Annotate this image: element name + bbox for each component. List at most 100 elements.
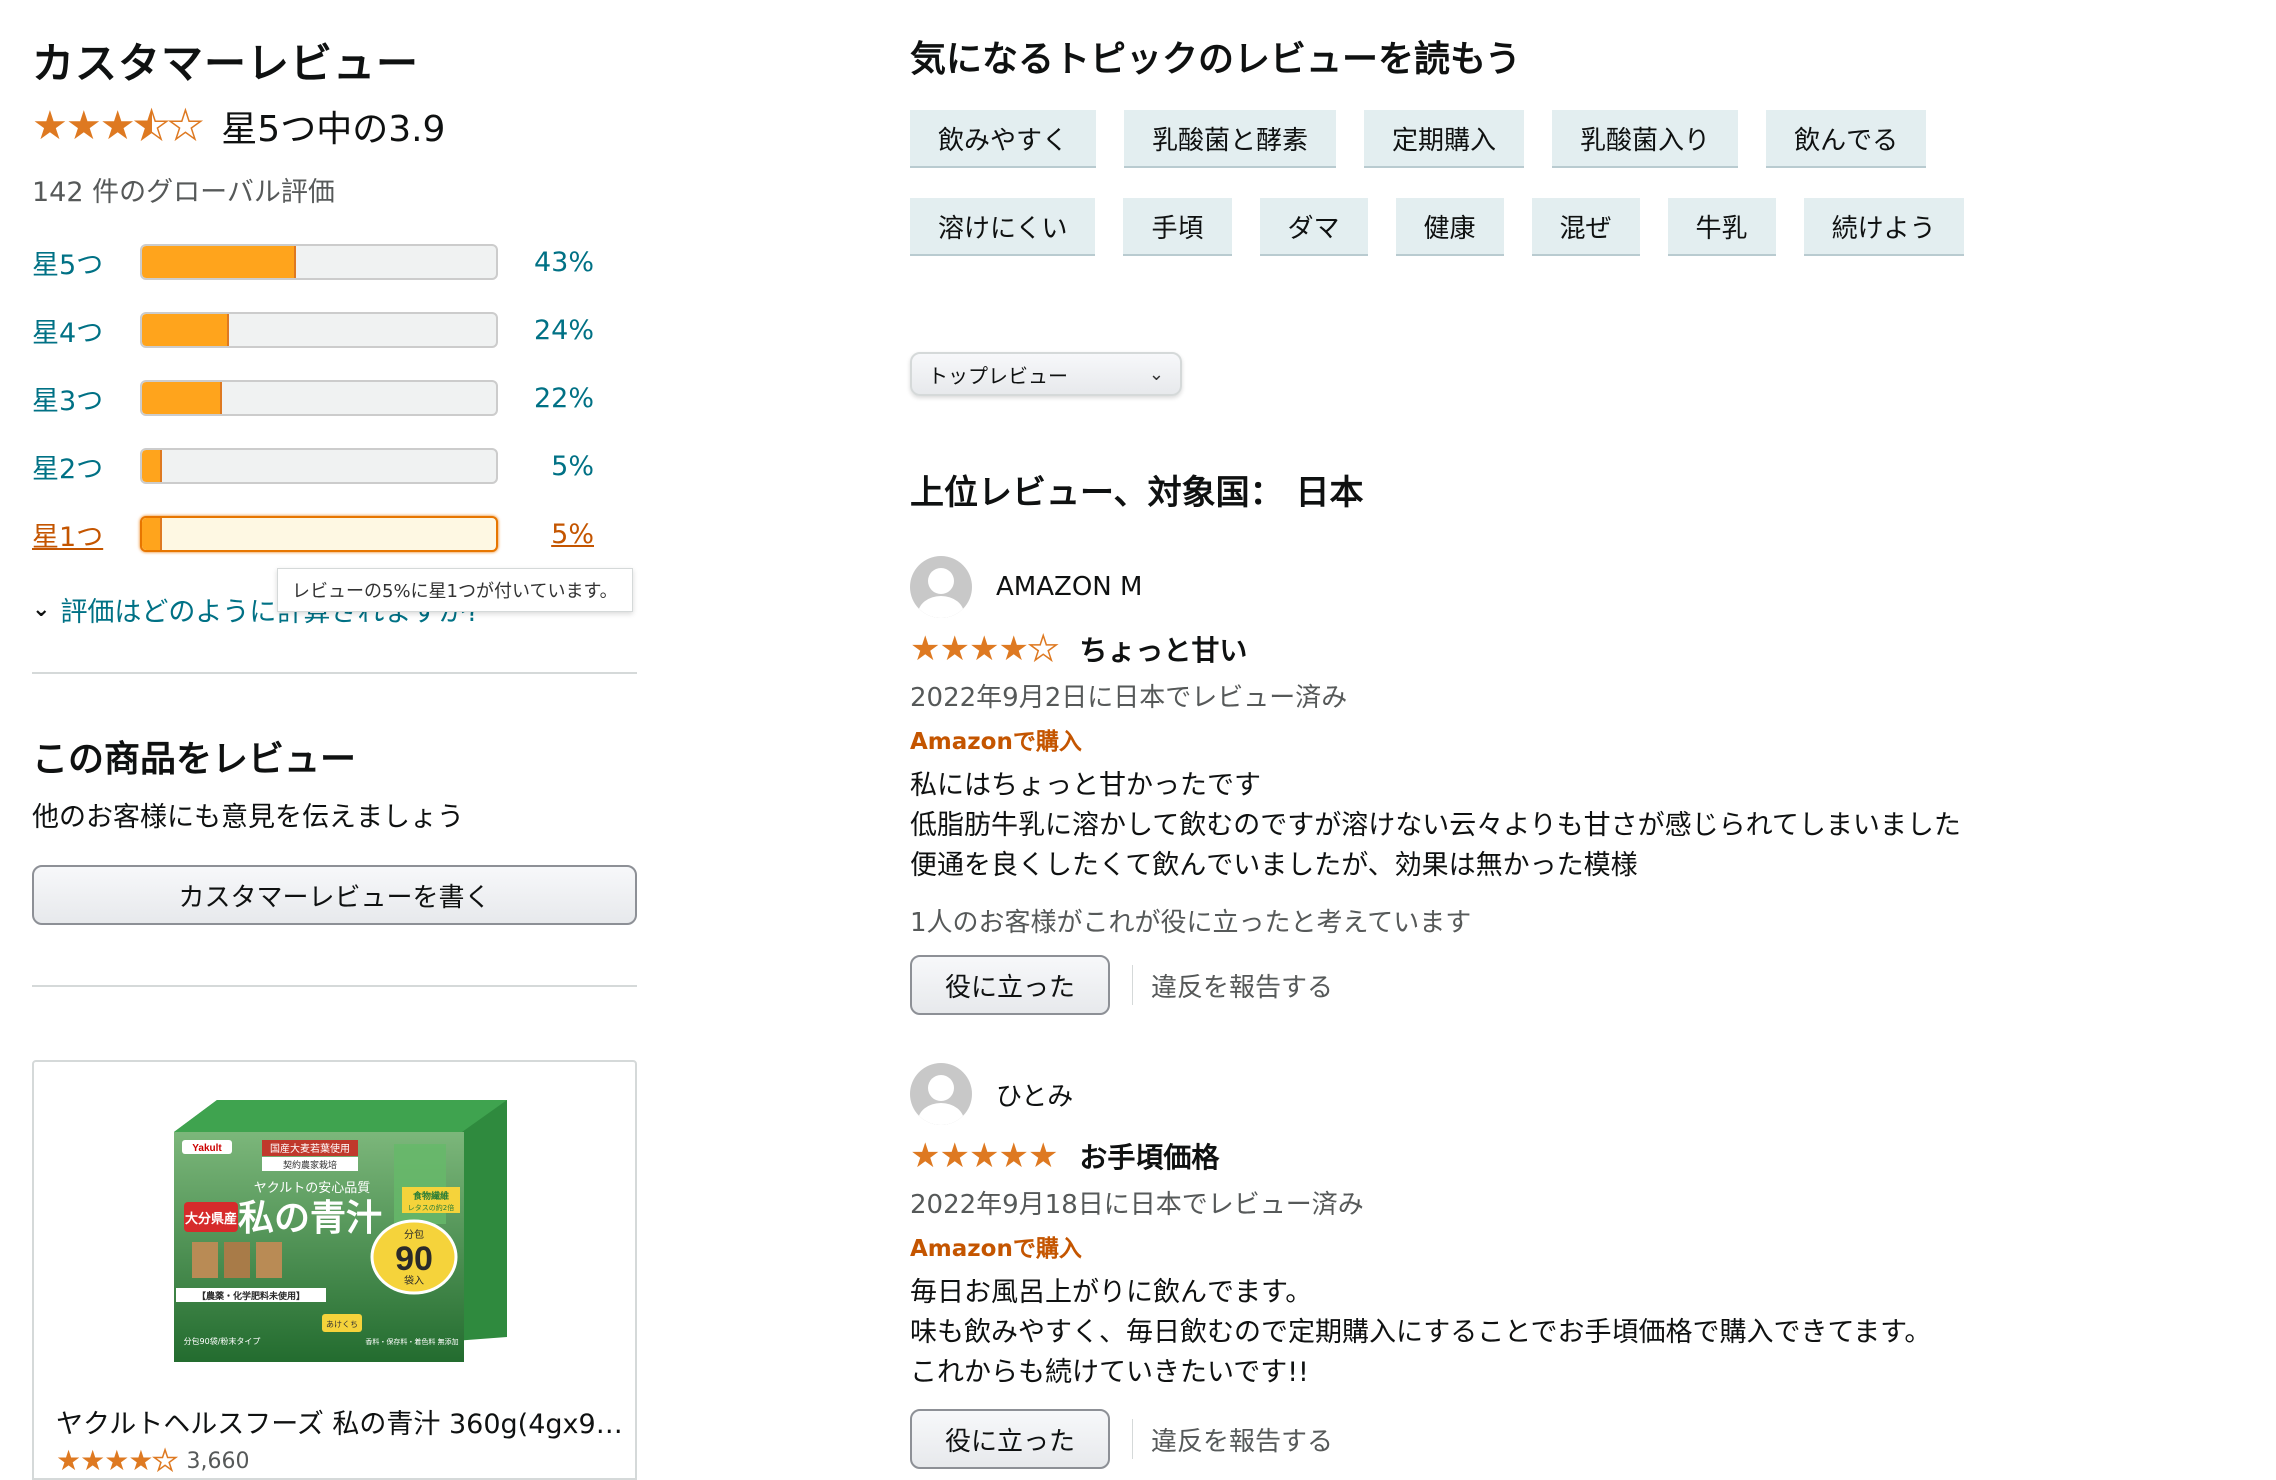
histogram-row-2[interactable]: 星2つ 5% bbox=[32, 446, 612, 486]
chevron-down-icon: ⌄ bbox=[1148, 363, 1164, 385]
star-filled-icon: ★ bbox=[968, 629, 1000, 669]
product-line3: ヤクルトの安心品質 bbox=[254, 1181, 371, 1196]
star-half-icon: ★★ bbox=[133, 103, 170, 149]
topic-chips-row-1: 飲みやすく 乳酸菌と酵素 定期購入 乳酸菌入り 飲んでる bbox=[910, 110, 1954, 168]
histogram-row-3[interactable]: 星3つ 22% bbox=[32, 378, 612, 418]
avatar-icon[interactable] bbox=[910, 1063, 972, 1125]
histogram-bar[interactable] bbox=[140, 312, 498, 348]
helpful-button[interactable]: 役に立った bbox=[910, 1409, 1110, 1469]
review-body-line: 低脂肪牛乳に溶かして飲むのですが溶けない云々よりも甘さが感じられてしまいました bbox=[910, 810, 1961, 841]
topic-chip[interactable]: 健康 bbox=[1395, 198, 1504, 256]
top-reviews-title: 上位レビュー、対象国： 日本 bbox=[910, 473, 1364, 513]
histogram-tooltip: レビューの5%に星1つが付いています。 bbox=[277, 568, 633, 612]
histogram-row-5[interactable]: 星5つ 43% bbox=[32, 242, 612, 282]
divider bbox=[1132, 965, 1133, 1005]
topic-chips-row-2: 溶けにくい 手頃 ダマ 健康 混ぜ 牛乳 続けよう bbox=[910, 198, 1992, 256]
avatar-icon[interactable] bbox=[910, 556, 972, 618]
topic-chip[interactable]: 飲んでる bbox=[1766, 110, 1927, 168]
star-filled-icon: ★ bbox=[104, 1444, 130, 1477]
histogram-bar[interactable] bbox=[140, 244, 498, 280]
histogram-percent[interactable]: 24% bbox=[498, 315, 594, 346]
topic-chip[interactable]: 続けよう bbox=[1803, 198, 1964, 256]
star-filled-icon: ★ bbox=[998, 629, 1029, 669]
star-filled-icon: ★ bbox=[910, 629, 941, 669]
reviewer[interactable]: ひとみ bbox=[910, 1062, 2190, 1126]
star-filled-icon: ★ bbox=[1027, 1136, 1059, 1176]
product-line2: 契約農家栽培 bbox=[283, 1159, 337, 1171]
histogram-label[interactable]: 星5つ bbox=[32, 243, 140, 282]
divider bbox=[32, 672, 637, 674]
histogram-percent[interactable]: 43% bbox=[498, 247, 594, 278]
report-abuse-link[interactable]: 違反を報告する bbox=[1151, 967, 1333, 1004]
product-line1: 国産大麦若葉使用 bbox=[270, 1142, 350, 1155]
product-region: 大分県産 bbox=[185, 1211, 237, 1227]
verified-purchase: Amazonで購入 bbox=[910, 1236, 1082, 1262]
reviewer-name[interactable]: ひとみ bbox=[996, 1076, 1073, 1113]
histogram-bar[interactable] bbox=[140, 380, 498, 416]
review-actions: 役に立った 違反を報告する bbox=[910, 955, 2190, 1015]
histogram-percent[interactable]: 5% bbox=[498, 451, 594, 482]
review-header: ★ ★ ★ ★ ★ ちょっと甘い bbox=[910, 629, 2190, 669]
histogram-label[interactable]: 星3つ bbox=[32, 379, 140, 418]
review-body-line: 味も飲みやすく、毎日飲むので定期購入にすることでお手頃価格で購入できてます。 bbox=[910, 1317, 1932, 1348]
histogram-label[interactable]: 星1つ bbox=[32, 515, 140, 554]
review-stars[interactable]: ★ ★ ★ ★ ★ bbox=[910, 629, 1059, 669]
product-footer: 【農薬・化学肥料未使用】 bbox=[197, 1290, 305, 1302]
rating-text: 星5つ中の3.9 bbox=[221, 109, 446, 150]
review-body: 毎日お風呂上がりに飲んでます。 味も飲みやすく、毎日飲むので定期購入にすることで… bbox=[910, 1273, 2190, 1393]
topic-chip[interactable]: 牛乳 bbox=[1667, 198, 1776, 256]
topic-chip[interactable]: 飲みやすく bbox=[910, 110, 1097, 168]
sort-select[interactable]: トップレビュー ⌄ bbox=[910, 352, 1182, 396]
star-filled-icon: ★ bbox=[99, 103, 136, 149]
review-title[interactable]: ちょっと甘い bbox=[1079, 629, 1247, 669]
review-date: 2022年9月18日に日本でレビュー済み bbox=[910, 1190, 1364, 1220]
product-name: 私の青汁 bbox=[238, 1197, 382, 1239]
reviewer[interactable]: AMAZON M bbox=[910, 555, 2190, 619]
overall-stars[interactable]: ★★★★★★ bbox=[32, 103, 204, 149]
topic-chip[interactable]: 混ぜ bbox=[1531, 198, 1640, 256]
histogram-percent[interactable]: 5% bbox=[498, 519, 594, 550]
star-empty-icon: ★ bbox=[1027, 629, 1059, 669]
product-title[interactable]: ヤクルトヘルスフーズ 私の青汁 360g(4gx90袋) bbox=[56, 1402, 626, 1441]
product-badge-num: 90 bbox=[395, 1240, 433, 1278]
helpful-button[interactable]: 役に立った bbox=[910, 955, 1110, 1015]
star-filled-icon: ★ bbox=[939, 629, 970, 669]
review-header: ★ ★ ★ ★ ★ お手頃価格 bbox=[910, 1136, 2190, 1176]
product-rating[interactable]: ★ ★ ★ ★ ★ 3,660 bbox=[56, 1444, 250, 1477]
review-product-subtitle: 他のお客様にも意見を伝えましょう bbox=[32, 802, 464, 833]
histogram-label[interactable]: 星4つ bbox=[32, 311, 140, 350]
global-ratings-count: 142 件のグローバル評価 bbox=[32, 177, 335, 208]
product-card[interactable]: Yakult 国産大麦若葉使用 契約農家栽培 ヤクルトの安心品質 大分県産 私の… bbox=[32, 1060, 637, 1480]
topic-chip[interactable]: 溶けにくい bbox=[910, 198, 1096, 256]
review-actions: 役に立った 違反を報告する bbox=[910, 1409, 2190, 1469]
report-abuse-link[interactable]: 違反を報告する bbox=[1151, 1421, 1333, 1458]
histogram-bar[interactable] bbox=[140, 448, 498, 484]
topic-chip[interactable]: 乳酸菌入り bbox=[1552, 110, 1739, 168]
topic-chip[interactable]: ダマ bbox=[1259, 198, 1368, 256]
review-stars[interactable]: ★ ★ ★ ★ ★ bbox=[910, 1136, 1059, 1176]
product-image[interactable]: Yakult 国産大麦若葉使用 契約農家栽培 ヤクルトの安心品質 大分県産 私の… bbox=[162, 1092, 512, 1372]
topic-chip[interactable]: 乳酸菌と酵素 bbox=[1124, 110, 1337, 168]
review-body-line: これからも続けていきたいです!! bbox=[910, 1357, 1309, 1388]
sort-selected: トップレビュー bbox=[928, 363, 1068, 388]
star-filled-icon: ★ bbox=[65, 103, 102, 149]
review-product-title: この商品をレビュー bbox=[32, 739, 357, 780]
star-filled-icon: ★ bbox=[56, 1444, 82, 1477]
product-stars[interactable]: ★ ★ ★ ★ ★ bbox=[56, 1444, 178, 1477]
histogram-label[interactable]: 星2つ bbox=[32, 447, 140, 486]
topic-chip[interactable]: 手頃 bbox=[1123, 198, 1232, 256]
reviewer-name[interactable]: AMAZON M bbox=[996, 572, 1142, 602]
product-opening: あけくち bbox=[326, 1320, 358, 1329]
write-review-button[interactable]: カスタマーレビューを書く bbox=[32, 865, 637, 925]
histogram-percent[interactable]: 22% bbox=[498, 383, 594, 414]
star-filled-icon: ★ bbox=[910, 1136, 941, 1176]
topics-title: 気になるトピックのレビューを読もう bbox=[910, 39, 1521, 80]
histogram-row-1[interactable]: 星1つ 5% bbox=[32, 514, 612, 554]
review-title[interactable]: お手頃価格 bbox=[1079, 1136, 1219, 1176]
star-empty-icon: ★ bbox=[167, 103, 204, 149]
histogram-fill bbox=[142, 382, 222, 414]
topic-chip[interactable]: 定期購入 bbox=[1364, 110, 1525, 168]
product-footer3: 香料・保存料・着色料 無添加 bbox=[365, 1337, 458, 1346]
histogram-bar[interactable] bbox=[140, 516, 498, 552]
histogram-row-4[interactable]: 星4つ 24% bbox=[32, 310, 612, 350]
